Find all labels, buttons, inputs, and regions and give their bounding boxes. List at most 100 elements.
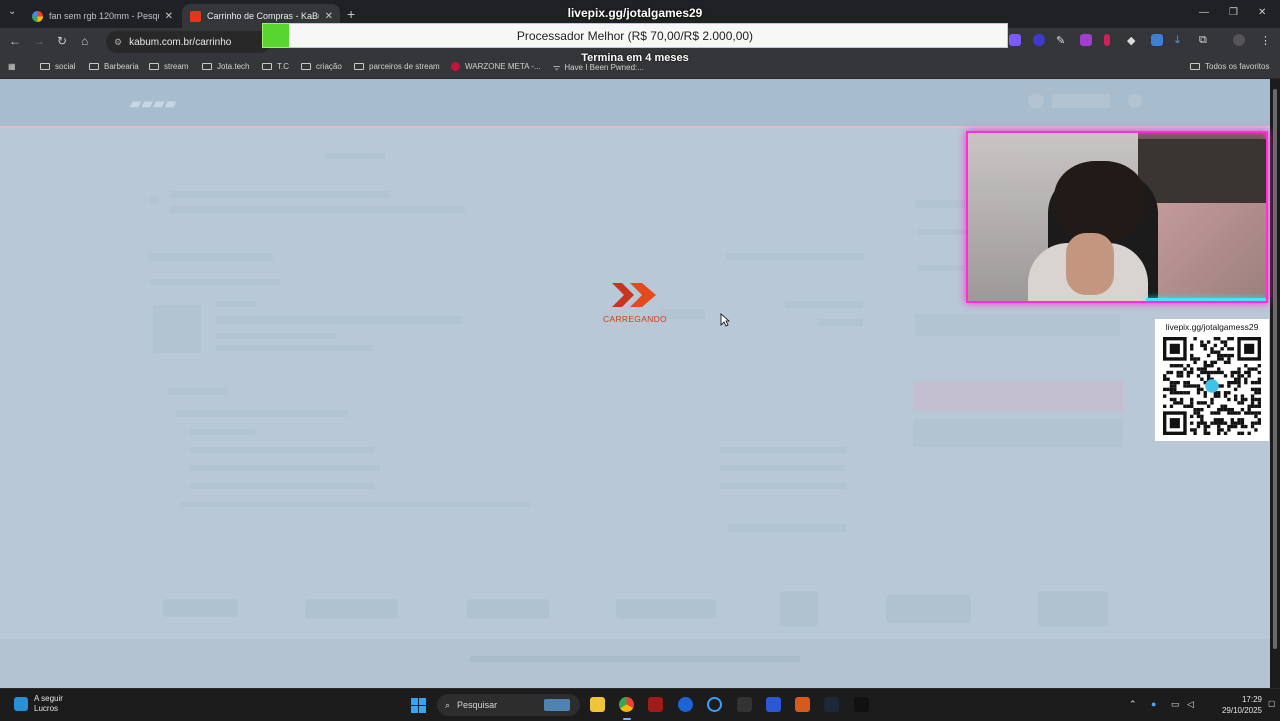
clock-date: 29/10/2025	[1221, 706, 1262, 715]
warranty-terms	[180, 502, 530, 507]
back-icon[interactable]: ←	[9, 34, 21, 48]
summary-line	[918, 229, 968, 235]
bookmark-label: social	[55, 62, 76, 71]
minimize-icon[interactable]: —	[1199, 7, 1209, 18]
menu-kebab-icon[interactable]: ⋮	[1260, 34, 1272, 47]
google-logo	[467, 599, 549, 619]
site-header: ▰▰▰▰	[0, 79, 1270, 128]
close-tab-icon[interactable]: ✕	[325, 11, 333, 22]
footer-links	[470, 656, 800, 662]
mouse-cursor-icon	[720, 313, 730, 327]
bookmark-label: T.C	[277, 62, 289, 71]
extension-icon[interactable]	[1151, 34, 1163, 46]
tab-search-icon[interactable]: ⌄	[8, 6, 16, 17]
product-brand	[216, 301, 256, 307]
extension-icon[interactable]	[1104, 34, 1110, 46]
webcam-overlay	[966, 131, 1268, 303]
account-ghost	[1052, 94, 1110, 108]
product-thumbnail	[153, 305, 201, 353]
eyedropper-icon[interactable]: ✎	[1056, 34, 1068, 47]
bookmark-folder-criacao[interactable]: criação	[301, 62, 342, 71]
warranty-price	[720, 483, 846, 489]
bookmark-folder-tc[interactable]: T.C	[262, 62, 289, 71]
google-icon	[32, 10, 43, 22]
folder-icon	[89, 63, 99, 70]
bookmark-folder-parceiros[interactable]: parceiros de stream	[354, 62, 440, 71]
extension-icon[interactable]	[1009, 34, 1021, 46]
total-box	[915, 314, 1120, 336]
scrollbar-thumb[interactable]	[1273, 89, 1277, 649]
restore-icon[interactable]: ❐	[1229, 7, 1238, 18]
chrome-icon[interactable]	[619, 697, 634, 712]
bookmark-folder-social[interactable]: social	[40, 62, 75, 71]
news-icon	[14, 697, 28, 711]
folder-icon	[40, 63, 50, 70]
widget-line-1: A seguir	[34, 694, 63, 703]
trust-logo	[305, 599, 398, 619]
bookmark-folder-stream[interactable]: stream	[149, 62, 188, 71]
bookmark-label: criação	[316, 62, 342, 71]
user-icon	[1028, 93, 1044, 109]
network-icon[interactable]: ▭	[1171, 699, 1180, 710]
apps-grid-icon[interactable]: ▦	[8, 62, 16, 71]
app-icon[interactable]	[795, 697, 810, 712]
info-icon	[150, 196, 158, 204]
battlefield-icon[interactable]	[854, 697, 869, 712]
download-icon[interactable]: ⤓	[1175, 34, 1187, 46]
widgets-button[interactable]: A seguir Lucros	[14, 694, 63, 714]
site-info-icon[interactable]: ⚙	[114, 37, 122, 48]
bookmark-folder-jotatech[interactable]: Jota.tech	[202, 62, 249, 71]
bookmark-label: Jota.tech	[217, 62, 250, 71]
donation-qr-card: livepix.gg/jotalgamess29	[1155, 319, 1269, 441]
obit-logo	[616, 599, 716, 619]
file-explorer-icon[interactable]	[590, 697, 605, 712]
all-bookmarks-folder[interactable]: Todos os favoritos	[1190, 62, 1269, 71]
warranty-option	[190, 465, 380, 471]
trust-logo	[780, 591, 818, 627]
site-seal-logo	[163, 599, 238, 617]
forward-icon[interactable]: →	[33, 34, 45, 48]
bookmark-label: parceiros de stream	[369, 62, 440, 71]
summary-heading	[915, 200, 970, 208]
goal-deadline: Termina em 4 meses	[581, 52, 689, 64]
address-bar[interactable]: ⚙ kabum.com.br/carrinho	[106, 31, 271, 53]
warranty-option	[190, 483, 375, 489]
extensions-puzzle-icon[interactable]: ⧉	[1199, 34, 1211, 46]
taskbar-search[interactable]: ⌕ Pesquisar	[437, 694, 580, 716]
microphone-icon[interactable]: ●	[1151, 699, 1156, 709]
kabum-logo: ▰▰▰▰	[130, 95, 178, 111]
new-tab-icon[interactable]: +	[347, 6, 355, 22]
home-icon[interactable]: ⌂	[81, 34, 88, 48]
profile-avatar[interactable]	[1233, 34, 1245, 46]
donation-goal-bar: Processador Melhor (R$ 70,00/R$ 2.000,00…	[262, 23, 1008, 48]
app-icon[interactable]	[678, 697, 693, 712]
footer	[0, 639, 1270, 688]
extension-icon[interactable]: ◆	[1127, 34, 1139, 47]
app-icon[interactable]	[707, 697, 722, 712]
bookmark-folder-barbearia[interactable]: Barbearia	[89, 62, 139, 71]
steam-icon[interactable]	[824, 697, 839, 712]
tab-google-search[interactable]: fan sem rgb 120mm - Pesquisa ✕	[24, 4, 180, 28]
notifications-icon[interactable]: ▢	[1268, 699, 1276, 708]
services-heading	[168, 388, 228, 395]
extension-icon[interactable]	[1080, 34, 1092, 46]
epic-games-icon[interactable]	[737, 697, 752, 712]
search-icon: ⌕	[445, 699, 451, 710]
breadcrumb	[325, 153, 385, 159]
start-button[interactable]	[411, 698, 426, 713]
page-scrollbar[interactable]	[1270, 79, 1280, 688]
extension-badge-icon[interactable]	[1033, 34, 1045, 46]
close-window-icon[interactable]: ✕	[1258, 7, 1266, 18]
voicemeeter-icon[interactable]	[648, 697, 663, 712]
system-clock[interactable]: 17:29 29/10/2025	[1200, 694, 1262, 716]
bookmark-label: Have I Been Pwned:...	[564, 63, 644, 72]
checkout-button	[913, 381, 1123, 411]
reload-icon[interactable]: ↻	[57, 34, 67, 48]
tray-overflow-icon[interactable]: ⌃	[1129, 699, 1137, 710]
warranty-price	[720, 447, 846, 453]
volume-icon[interactable]: ◁	[1187, 699, 1194, 710]
app-icon[interactable]	[766, 697, 781, 712]
search-highlight-icon	[544, 699, 570, 711]
close-tab-icon[interactable]: ✕	[165, 11, 173, 22]
continue-button	[913, 419, 1123, 447]
